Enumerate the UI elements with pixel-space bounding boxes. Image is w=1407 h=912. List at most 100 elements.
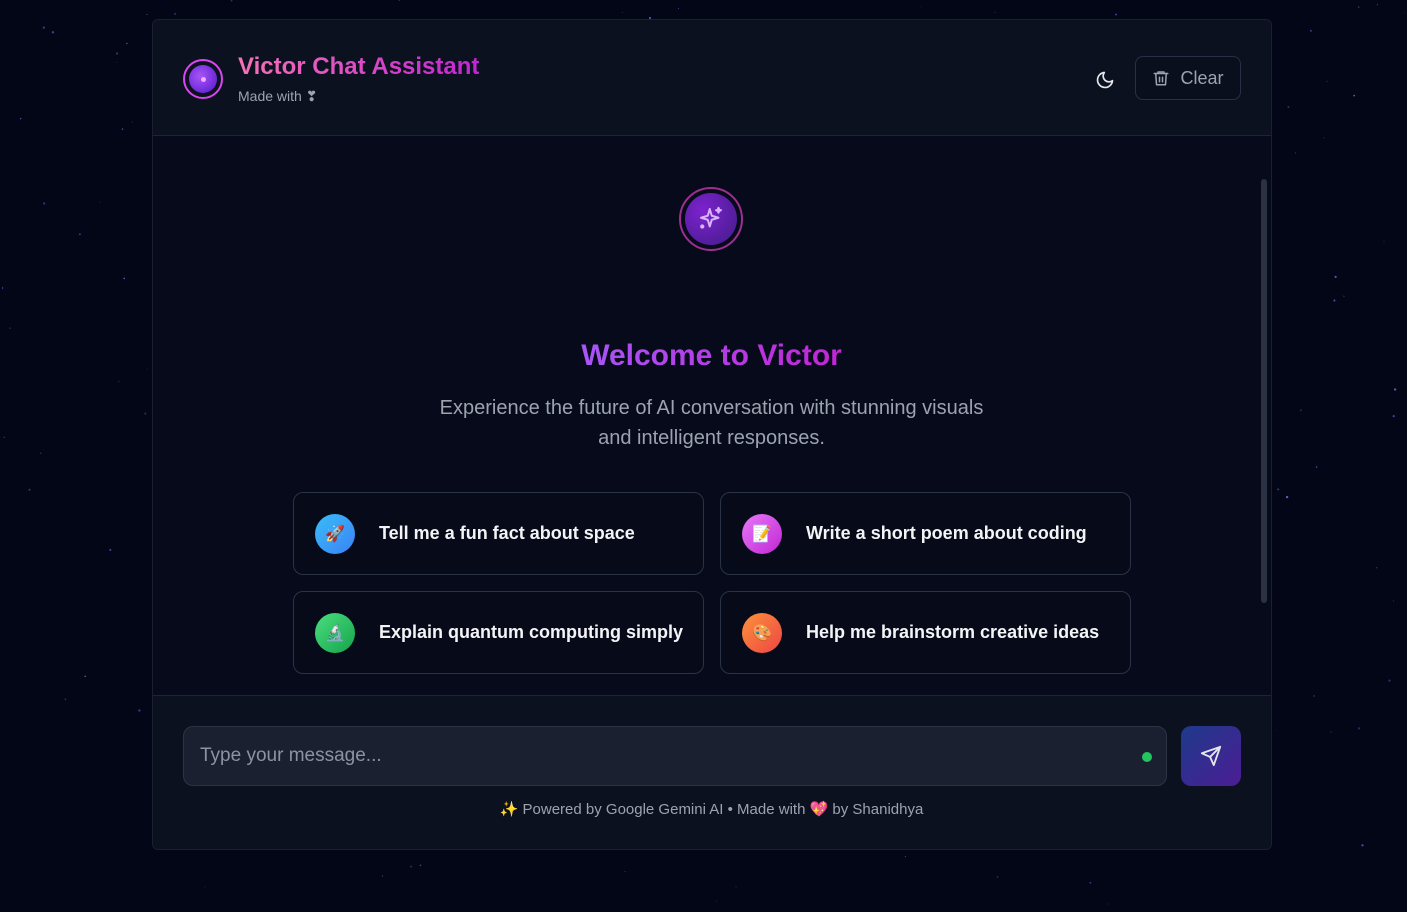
clear-button[interactable]: Clear <box>1135 56 1241 100</box>
suggestion-label: Help me brainstorm creative ideas <box>806 622 1100 642</box>
palette-icon: 🎨 <box>742 612 782 653</box>
star <box>716 900 718 902</box>
suggestion-card[interactable]: 📝 Write a short poem about coding <box>720 492 1131 575</box>
sparkles-icon <box>700 206 722 229</box>
rocket-icon: 🚀 <box>315 513 355 554</box>
scrollbar[interactable] <box>1261 179 1267 603</box>
star <box>1274 729 1276 731</box>
star <box>39 452 42 454</box>
clear-button-label: Clear <box>1180 67 1224 88</box>
app-logo <box>183 59 223 99</box>
star <box>138 709 141 712</box>
star <box>1299 409 1302 412</box>
moon-icon <box>1096 71 1114 89</box>
star <box>1330 731 1332 733</box>
welcome-description: Experience the future of AI conversation… <box>439 397 984 449</box>
header: Victor Chat Assistant Made with ❣ Clear <box>153 20 1271 136</box>
app-title: Victor Chat Assistant <box>238 53 480 80</box>
star <box>1377 4 1378 6</box>
star <box>64 698 67 701</box>
star <box>126 42 128 45</box>
star <box>994 11 996 13</box>
send-button[interactable] <box>1181 726 1241 786</box>
star <box>204 886 206 888</box>
send-icon <box>1200 745 1222 767</box>
star <box>1383 240 1385 242</box>
star <box>398 0 401 1</box>
star <box>1361 844 1364 847</box>
star <box>1326 80 1328 83</box>
footer-credit: ✨ Powered by Google Gemini AI • Made wit… <box>499 801 924 818</box>
microscope-icon: 🔬 <box>315 612 355 653</box>
message-input[interactable] <box>184 727 1134 785</box>
suggestion-card[interactable]: 🎨 Help me brainstorm creative ideas <box>720 591 1131 674</box>
welcome-title: Welcome to Victor <box>581 339 842 379</box>
star <box>1294 152 1296 154</box>
star <box>1089 881 1092 884</box>
star <box>1388 679 1391 682</box>
star <box>146 368 149 370</box>
suggestion-card[interactable]: 🚀 Tell me a fun fact about space <box>293 492 704 575</box>
star <box>996 876 999 878</box>
star <box>1393 388 1397 391</box>
star <box>28 488 31 491</box>
star <box>131 121 133 123</box>
online-status-dot <box>1142 752 1152 762</box>
star <box>1309 29 1312 32</box>
star <box>1357 6 1360 8</box>
star <box>1333 299 1336 302</box>
star <box>1115 13 1118 16</box>
star <box>1 287 4 289</box>
theme-toggle-button[interactable] <box>1091 66 1119 94</box>
star <box>621 12 623 14</box>
star <box>121 128 124 130</box>
star <box>1107 903 1109 905</box>
star <box>79 233 81 235</box>
star <box>109 548 112 551</box>
star <box>1315 466 1318 468</box>
suggestion-label: Write a short poem about coding <box>806 523 1087 543</box>
star <box>173 12 177 15</box>
star <box>230 0 233 2</box>
star <box>904 856 906 857</box>
star <box>624 871 626 873</box>
suggestion-label: Explain quantum computing simply <box>379 622 684 642</box>
star <box>1287 105 1290 108</box>
star <box>84 675 86 678</box>
star <box>99 201 101 203</box>
star <box>19 117 22 120</box>
chat-window: Victor Chat Assistant Made with ❣ Clear <box>152 19 1272 850</box>
star <box>1376 567 1378 569</box>
star <box>123 277 125 280</box>
star <box>920 6 922 8</box>
star <box>51 31 55 34</box>
star <box>381 875 384 877</box>
suggestion-card[interactable]: 🔬 Explain quantum computing simply <box>293 591 704 674</box>
star <box>1392 415 1395 418</box>
star <box>146 13 148 16</box>
memo-icon: 📝 <box>742 513 782 554</box>
composer-bar: ✨ Powered by Google Gemini AI • Made wit… <box>153 695 1271 849</box>
star <box>116 52 119 55</box>
star <box>1353 94 1355 97</box>
star <box>1313 695 1315 697</box>
star <box>118 381 120 383</box>
suggestion-label: Tell me a fun fact about space <box>379 523 635 543</box>
star <box>144 412 147 415</box>
chat-area: Welcome to Victor Experience the future … <box>153 137 1271 695</box>
hero-logo <box>679 187 743 251</box>
star <box>9 327 11 329</box>
message-input-wrapper <box>183 726 1167 786</box>
star <box>1323 136 1325 139</box>
star <box>735 886 737 888</box>
trash-icon <box>1153 71 1169 86</box>
app-subtitle: Made with ❣ <box>238 88 318 104</box>
star <box>1334 275 1337 279</box>
star <box>410 865 412 868</box>
star <box>3 436 5 438</box>
star <box>1357 727 1361 730</box>
star <box>1343 295 1345 298</box>
star <box>116 61 118 63</box>
star <box>1285 495 1289 499</box>
star <box>1277 488 1280 491</box>
